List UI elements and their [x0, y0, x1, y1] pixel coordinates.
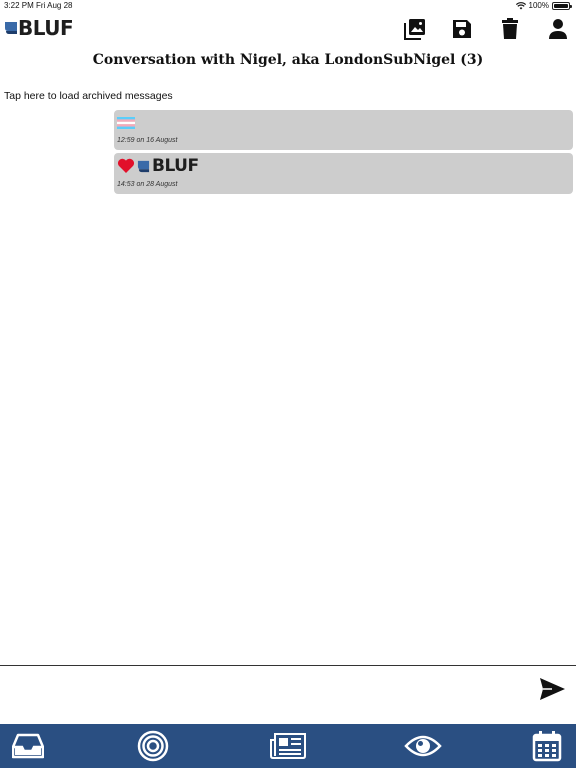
status-right: 100%: [515, 0, 572, 12]
photo-gallery-icon: [404, 19, 425, 40]
message-logo-text: BLUF: [152, 156, 199, 176]
heart-icon: [117, 158, 135, 173]
battery-icon: [552, 2, 572, 10]
calendar-icon: [532, 731, 562, 762]
trash-icon: [502, 18, 518, 39]
bluf-logo[interactable]: BLUF: [4, 16, 74, 40]
tab-eye[interactable]: [404, 730, 442, 762]
send-button[interactable]: [538, 676, 566, 702]
message-content: BLUF: [117, 156, 570, 176]
message-timestamp: 14:53 on 28 August: [117, 181, 178, 188]
flag-emoji-icon: [117, 117, 135, 129]
save-button[interactable]: [450, 17, 474, 41]
status-time: 3:22 PM: [4, 1, 34, 10]
tab-calendar[interactable]: [530, 730, 564, 762]
tab-inbox[interactable]: [11, 730, 45, 762]
message-bubble[interactable]: BLUF 14:53 on 28 August: [114, 153, 573, 194]
battery-percent: 100%: [528, 1, 549, 10]
photo-gallery-button[interactable]: [403, 17, 427, 41]
profile-button[interactable]: [546, 17, 570, 41]
eye-icon: [404, 735, 442, 757]
tab-target[interactable]: [136, 730, 170, 762]
bluf-logo-mark: [137, 160, 150, 172]
tab-bar: [0, 724, 576, 768]
person-icon: [549, 19, 567, 39]
message-content: [117, 113, 570, 133]
wifi-icon: [515, 2, 526, 10]
logo-text: BLUF: [18, 16, 74, 40]
page-title: Conversation with Nigel, aka LondonSubNi…: [92, 52, 484, 68]
compose-divider: [0, 665, 576, 666]
delete-button[interactable]: [498, 17, 522, 41]
battery-level: [554, 4, 568, 8]
message-input[interactable]: [4, 670, 524, 716]
bluf-logo-mark: [5, 22, 17, 34]
tab-news[interactable]: [269, 730, 307, 762]
target-icon: [137, 730, 169, 762]
status-bar: 3:22 PM Fri Aug 28 100%: [0, 0, 576, 12]
screen: 3:22 PM Fri Aug 28 100% BLUF Conversatio…: [0, 0, 576, 768]
status-date: Fri Aug 28: [36, 1, 73, 10]
message-timestamp: 12:59 on 16 August: [117, 137, 178, 144]
message-bubble[interactable]: 12:59 on 16 August: [114, 110, 573, 150]
inbox-icon: [12, 733, 44, 759]
send-icon: [540, 678, 565, 700]
load-archived-link[interactable]: Tap here to load archived messages: [4, 90, 173, 102]
save-icon: [453, 20, 471, 38]
news-icon: [270, 733, 306, 759]
